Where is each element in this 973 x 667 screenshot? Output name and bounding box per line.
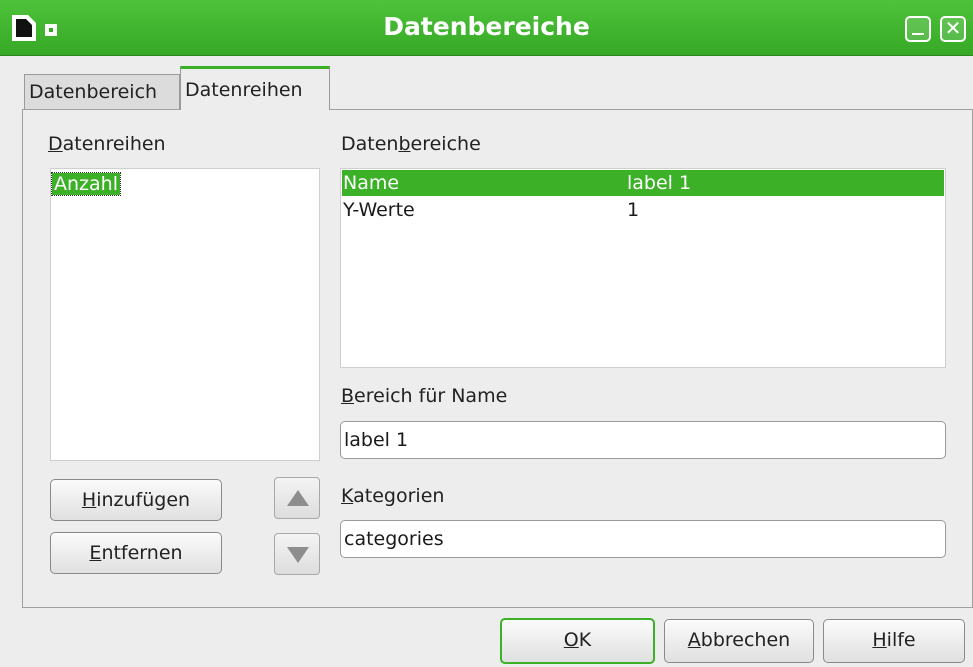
name-range-mnemonic: B <box>341 385 355 407</box>
series-label-mnemonic: D <box>48 133 63 155</box>
ok-rest: K <box>578 629 592 651</box>
remove-series-button[interactable]: Entfernen <box>50 532 222 574</box>
name-range-label: Bereich für Name <box>341 385 507 407</box>
series-list-label: Datenreihen <box>48 133 166 155</box>
cancel-rest: bbrechen <box>700 629 791 651</box>
minimize-button[interactable] <box>905 16 931 42</box>
table-row[interactable]: Y-Werte 1 <box>342 197 944 223</box>
row-range: 1 <box>627 199 640 221</box>
ok-button[interactable]: OK <box>500 618 655 664</box>
add-series-button[interactable]: Hinzufügen <box>50 479 222 521</box>
close-button[interactable]: ✕ <box>940 16 966 42</box>
ranges-label-part2: ereiche <box>410 133 481 155</box>
close-icon: ✕ <box>944 16 962 40</box>
remove-rest: ntfernen <box>101 542 183 564</box>
name-range-input[interactable]: label 1 <box>340 421 946 459</box>
help-button[interactable]: Hilfe <box>823 619 965 663</box>
categories-input[interactable]: categories <box>340 520 946 558</box>
move-down-button[interactable] <box>274 533 320 575</box>
tab-datenreihen[interactable]: Datenreihen <box>180 66 330 110</box>
window-title: Datenbereiche <box>383 12 590 41</box>
list-item[interactable]: Anzahl <box>51 172 121 196</box>
row-range: label 1 <box>627 172 692 194</box>
cancel-button[interactable]: Abbrechen <box>664 619 814 663</box>
row-role: Name <box>343 172 400 194</box>
minimize-icon <box>912 33 924 35</box>
cancel-mnemonic: A <box>687 629 701 651</box>
add-rest: inzufügen <box>96 489 191 511</box>
name-range-rest: ereich für Name <box>354 385 508 407</box>
help-rest: ilfe <box>886 629 916 651</box>
series-list[interactable]: Anzahl <box>50 168 320 461</box>
categories-rest: ategorien <box>353 485 445 507</box>
ranges-table[interactable]: Name label 1 Y-Werte 1 <box>340 168 946 368</box>
arrow-up-icon <box>287 490 309 506</box>
ranges-label-mnemonic: b <box>398 133 411 155</box>
ok-mnemonic: O <box>563 629 579 651</box>
help-mnemonic: H <box>872 629 887 651</box>
table-row[interactable]: Name label 1 <box>342 170 944 196</box>
add-mnemonic: H <box>81 489 97 511</box>
categories-mnemonic: K <box>341 485 354 507</box>
row-role: Y-Werte <box>343 199 415 221</box>
move-up-button[interactable] <box>274 477 320 519</box>
series-label-rest: atenreihen <box>62 133 166 155</box>
categories-label: Kategorien <box>341 485 444 507</box>
arrow-down-icon <box>287 547 309 563</box>
ranges-table-label: Datenbereiche <box>341 133 481 155</box>
remove-mnemonic: E <box>89 542 102 564</box>
ranges-label-part1: Daten <box>341 133 399 155</box>
tab-datenbereich[interactable]: Datenbereich <box>24 74 180 110</box>
